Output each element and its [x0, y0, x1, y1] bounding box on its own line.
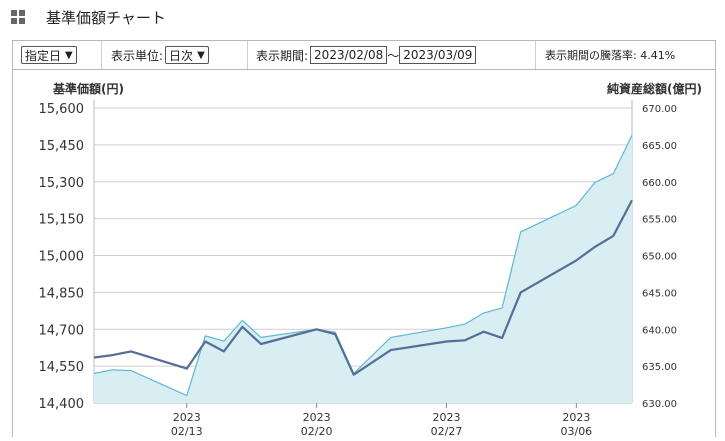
nav-chart-area: 15,600 670.00 15,450 665.00 15,300 660.00 15,1… [12, 70, 716, 437]
right-tick-label: 670.00 [642, 104, 677, 115]
left-tick-label: 14,700 [39, 323, 85, 338]
nav-chart: 15,600 670.00 15,450 665.00 15,300 660.00 15,1… [13, 70, 715, 437]
right-axis-title: 純資産総額(億円) [607, 81, 702, 96]
x-tick-year: 2023 [173, 411, 201, 424]
right-tick-label: 630.00 [642, 399, 677, 410]
net-assets-area [94, 135, 632, 403]
left-tick-label: 15,150 [39, 213, 85, 228]
x-tick-year: 2023 [432, 411, 460, 424]
unit-value: 日次 [169, 47, 193, 64]
x-tick-date: 02/20 [301, 425, 333, 437]
grid-icon [11, 10, 25, 24]
right-tick-label: 650.00 [642, 252, 677, 263]
right-tick-label: 640.00 [642, 325, 677, 336]
date-mode-value: 指定日 [25, 47, 61, 64]
start-date-input[interactable]: 2023/02/08 [310, 46, 387, 64]
right-tick-label: 635.00 [642, 362, 677, 373]
left-tick-label: 15,300 [39, 176, 85, 191]
chart-header: 基準価額チャート [0, 0, 725, 36]
chevron-down-icon: ▼ [65, 50, 73, 61]
left-tick-label: 14,850 [39, 286, 85, 301]
page-title: 基準価額チャート [46, 7, 166, 28]
left-axis-title: 基準価額(円) [52, 81, 124, 96]
x-tick-year: 2023 [303, 411, 331, 424]
unit-select[interactable]: 日次 ▼ [165, 46, 209, 64]
right-tick-label: 660.00 [642, 178, 677, 189]
right-tick-label: 665.00 [642, 141, 677, 152]
left-tick-label: 14,400 [39, 397, 85, 412]
end-date-input[interactable]: 2023/03/09 [399, 46, 476, 64]
x-tick-date: 02/27 [431, 425, 463, 437]
left-tick-label: 15,000 [39, 250, 85, 265]
unit-label: 表示単位: [111, 47, 163, 64]
period-change-rate: 表示期間の騰落率: 4.41% [545, 47, 675, 63]
x-tick-date: 03/06 [560, 425, 592, 437]
chart-controls: 指定日 ▼ 表示単位: 日次 ▼ 表示期間: 2023/02/08 ～ 2023… [12, 40, 716, 70]
right-tick-label: 655.00 [642, 215, 677, 226]
right-tick-label: 645.00 [642, 288, 677, 299]
chevron-down-icon: ▼ [197, 50, 205, 61]
period-tilde: ～ [387, 47, 399, 64]
x-tick-year: 2023 [562, 411, 590, 424]
x-tick-date: 02/13 [171, 425, 203, 437]
period-label: 表示期間: [256, 47, 308, 64]
date-mode-select[interactable]: 指定日 ▼ [21, 46, 77, 64]
left-tick-label: 14,550 [39, 360, 85, 375]
left-tick-label: 15,600 [39, 102, 85, 117]
left-tick-label: 15,450 [39, 139, 85, 154]
